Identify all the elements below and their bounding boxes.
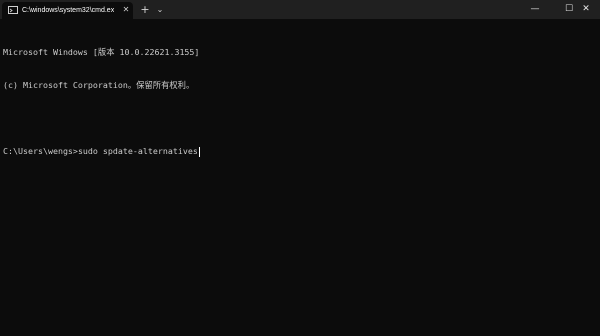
title-bar: C:\windows\system32\cmd.exe ✕ + ⌄ — ☐ ✕ <box>0 0 600 19</box>
terminal-window: C:\windows\system32\cmd.exe ✕ + ⌄ — ☐ ✕ … <box>0 0 600 336</box>
close-window-button[interactable]: ✕ <box>572 0 600 19</box>
close-icon[interactable]: ✕ <box>120 4 132 16</box>
command-input[interactable]: sudo spdate-alternatives <box>78 146 198 157</box>
version-line: Microsoft Windows [版本 10.0.22621.3155] <box>3 47 200 57</box>
text-cursor <box>198 146 200 157</box>
new-tab-button[interactable]: + <box>138 3 152 17</box>
chevron-down-icon[interactable]: ⌄ <box>154 3 166 17</box>
copyright-line: (c) Microsoft Corporation。保留所有权利。 <box>3 80 195 90</box>
minimize-button[interactable]: — <box>518 0 552 19</box>
command-line[interactable]: C:\Users\wengs> sudo spdate-alternatives <box>3 146 597 157</box>
terminal-icon <box>8 6 18 14</box>
tab-cmd[interactable]: C:\windows\system32\cmd.exe ✕ <box>2 2 133 19</box>
prompt: C:\Users\wengs> <box>3 146 78 156</box>
tab-title: C:\windows\system32\cmd.exe <box>22 7 114 14</box>
terminal-output[interactable]: Microsoft Windows [版本 10.0.22621.3155] (… <box>3 25 597 330</box>
